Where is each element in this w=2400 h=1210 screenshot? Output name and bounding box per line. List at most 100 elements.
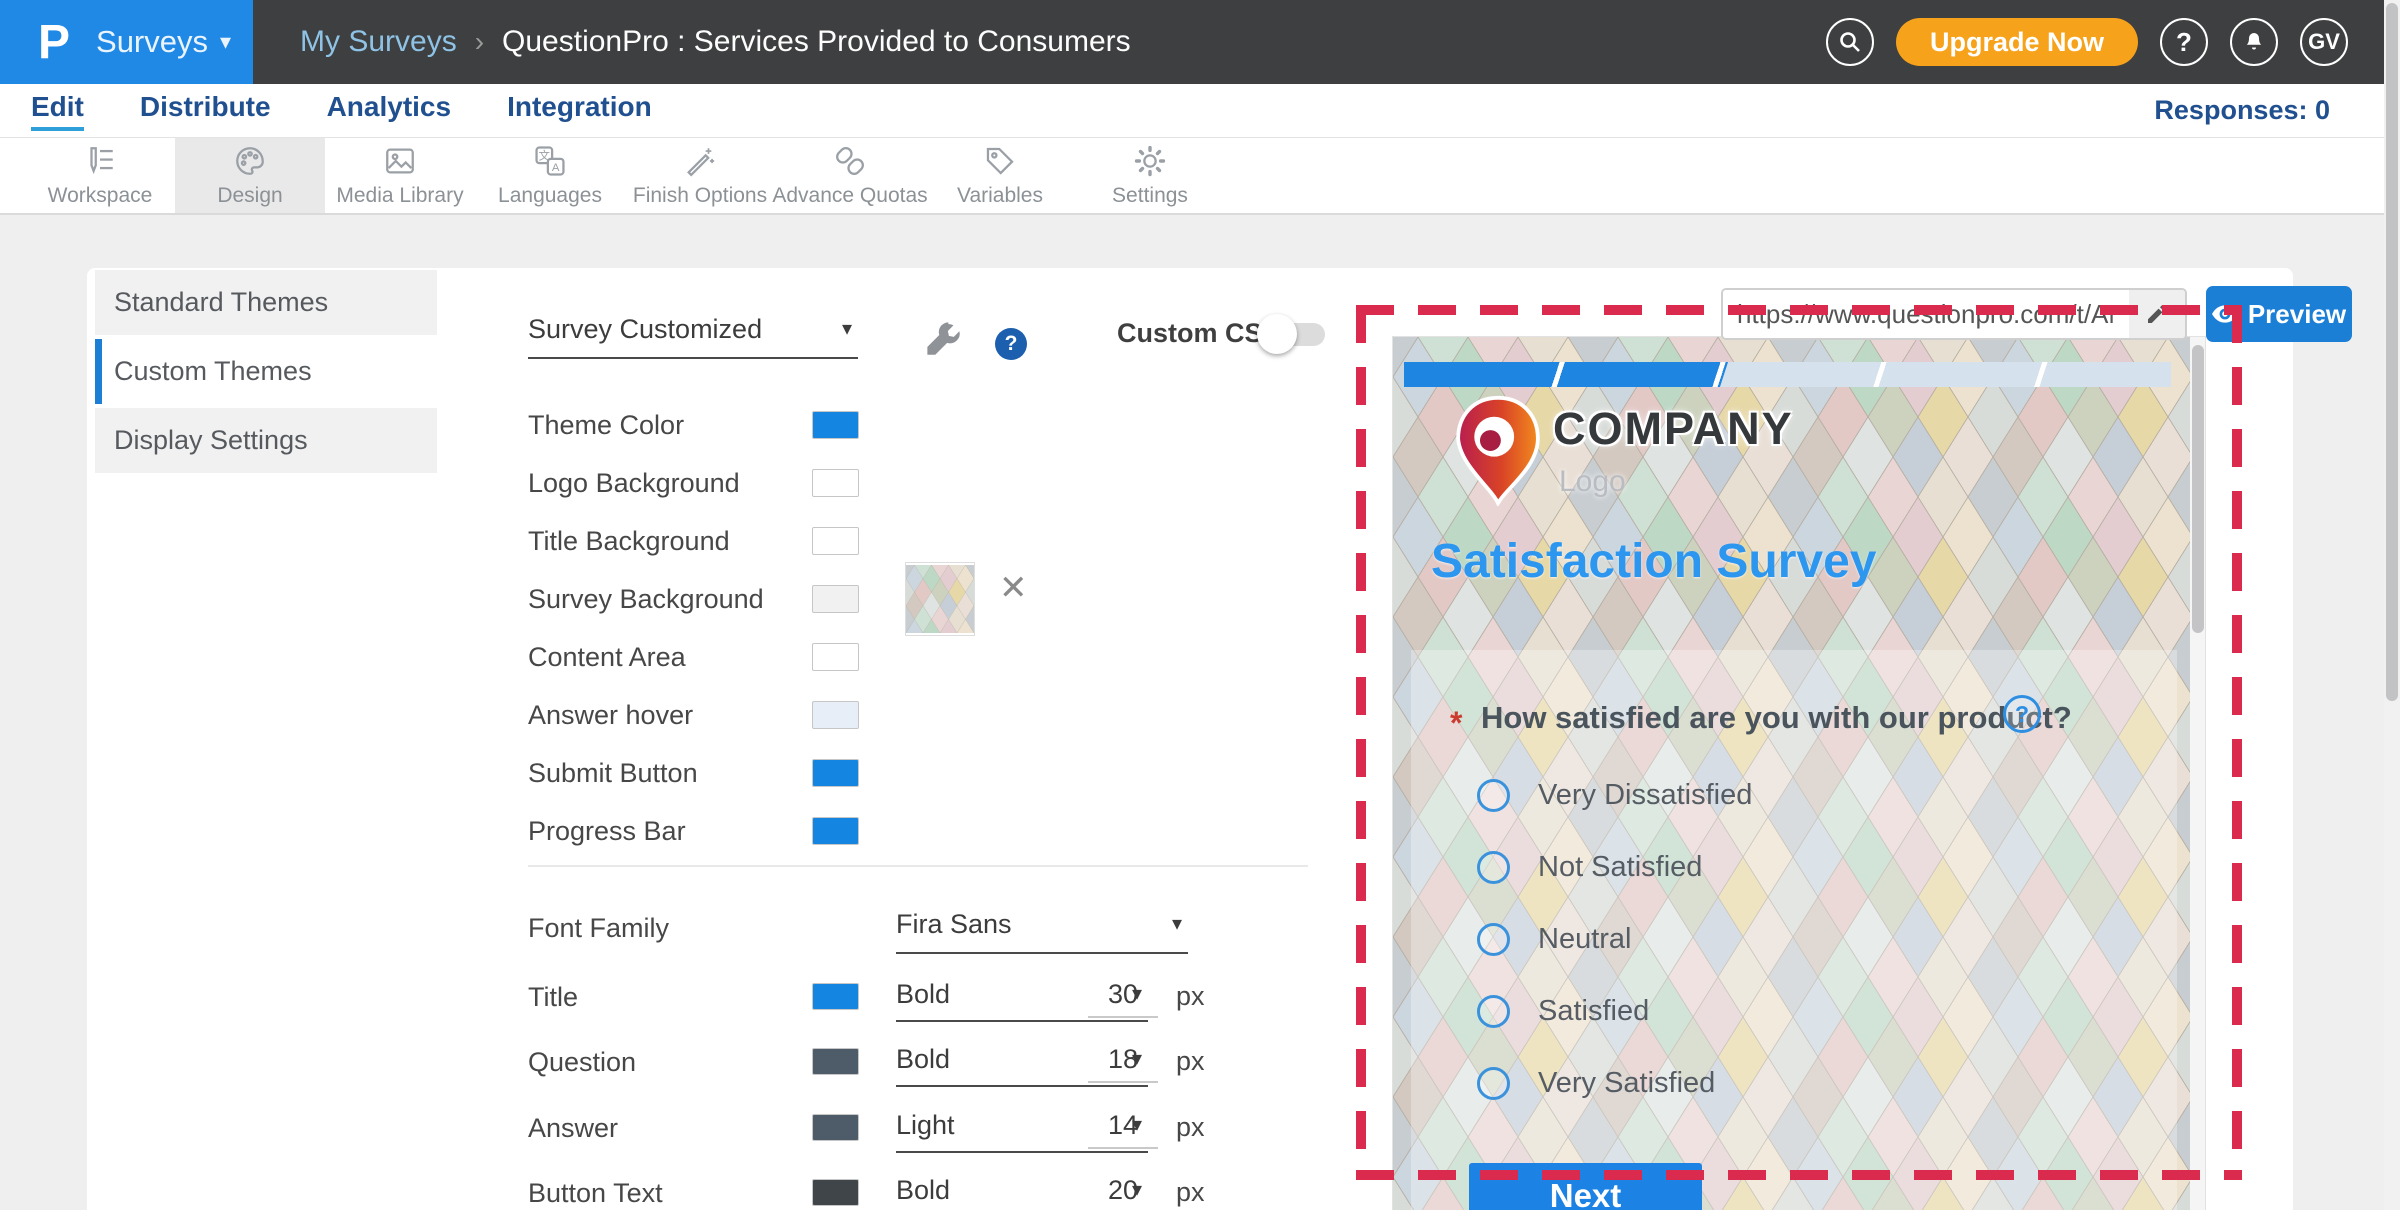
- toolbar-item-settings[interactable]: Settings: [1075, 138, 1225, 213]
- product-menu-label: Surveys: [96, 24, 208, 60]
- tab-integration[interactable]: Integration: [507, 91, 652, 131]
- button-text-color-swatch[interactable]: [812, 1179, 859, 1206]
- edit-toolbar: Workspace Design Media Library 文A Langua…: [0, 138, 2384, 215]
- media-library-icon: [383, 144, 417, 178]
- caret-down-icon: ▾: [1172, 911, 1182, 936]
- next-button[interactable]: Next: [1469, 1163, 1702, 1210]
- answer-option-very-dissatisfied[interactable]: Very Dissatisfied: [1477, 775, 1752, 815]
- radio-icon[interactable]: [1477, 779, 1510, 812]
- edit-url-button[interactable]: [2129, 290, 2185, 338]
- button-text-size-input[interactable]: [1088, 1175, 1158, 1210]
- custom-css-label: Custom CSS: [1117, 318, 1281, 349]
- tab-analytics[interactable]: Analytics: [327, 91, 452, 131]
- search-icon: [1838, 30, 1862, 54]
- setting-row-submit-button: Submit Button: [528, 753, 698, 793]
- search-button[interactable]: [1826, 18, 1874, 66]
- toolbar-item-languages[interactable]: 文A Languages: [475, 138, 625, 213]
- preview-button[interactable]: Preview: [2206, 286, 2352, 342]
- toolbar-item-design[interactable]: Design: [175, 138, 325, 213]
- product-switcher[interactable]: P Surveys ▾: [0, 0, 253, 84]
- question-text: How satisfied are you with our product?: [1481, 700, 2072, 736]
- setting-row-survey-background: Survey Background: [528, 579, 764, 619]
- toolbar-item-finish-options[interactable]: Finish Options: [625, 138, 775, 213]
- svg-text:A: A: [552, 161, 560, 173]
- breadcrumb-my-surveys[interactable]: My Surveys: [300, 25, 457, 59]
- radio-icon[interactable]: [1477, 1067, 1510, 1100]
- font-row-question: Question Bold▾ px: [528, 1040, 636, 1084]
- question-size-input[interactable]: [1088, 1044, 1158, 1083]
- font-family-select[interactable]: Fira Sans ▾: [896, 909, 1188, 954]
- bell-icon: [2242, 30, 2266, 54]
- question-size-unit: px: [1176, 1046, 1205, 1077]
- setting-row-content-area: Content Area: [528, 637, 686, 677]
- survey-background-thumbnail[interactable]: [905, 562, 975, 636]
- survey-background-swatch[interactable]: [812, 585, 859, 613]
- question-color-swatch[interactable]: [812, 1048, 859, 1075]
- question-help-icon[interactable]: ?: [2003, 695, 2041, 733]
- title-color-swatch[interactable]: [812, 983, 859, 1010]
- tag-icon: [983, 144, 1017, 178]
- toggle-knob: [1257, 314, 1297, 354]
- setting-row-answer-hover: Answer hover: [528, 695, 693, 735]
- answer-option-satisfied[interactable]: Satisfied: [1477, 991, 1649, 1031]
- answer-option-very-satisfied[interactable]: Very Satisfied: [1477, 1063, 1715, 1103]
- pencil-icon: [2145, 302, 2169, 326]
- title-background-swatch[interactable]: [812, 527, 859, 555]
- setting-row-title-background: Title Background: [528, 521, 730, 561]
- theme-help-icon[interactable]: ?: [995, 328, 1027, 360]
- title-size-input[interactable]: [1088, 979, 1158, 1018]
- radio-icon[interactable]: [1477, 923, 1510, 956]
- answer-hover-swatch[interactable]: [812, 701, 859, 729]
- theme-color-swatch[interactable]: [812, 411, 859, 439]
- preview-scrollbar-thumb[interactable]: [2192, 345, 2204, 633]
- answer-color-swatch[interactable]: [812, 1114, 859, 1141]
- gear-icon: [1133, 144, 1167, 178]
- sidebar-item-custom-themes[interactable]: Custom Themes: [95, 339, 437, 404]
- button-text-size-unit: px: [1176, 1177, 1205, 1208]
- breadcrumb-separator-icon: ›: [475, 26, 484, 58]
- radio-icon[interactable]: [1477, 995, 1510, 1028]
- page-scrollbar-thumb[interactable]: [2386, 3, 2398, 701]
- answer-option-neutral[interactable]: Neutral: [1477, 919, 1632, 959]
- company-logo-text: COMPANY: [1553, 403, 1794, 455]
- remove-background-button[interactable]: ✕: [999, 568, 1028, 608]
- sidebar-item-standard-themes[interactable]: Standard Themes: [95, 270, 437, 335]
- theme-select[interactable]: Survey Customized ▾: [528, 314, 858, 359]
- font-family-label: Font Family: [528, 913, 669, 944]
- font-row-title: Title Bold▾ px: [528, 975, 578, 1019]
- toolbar-item-variables[interactable]: Variables: [925, 138, 1075, 213]
- eye-icon: [2212, 304, 2238, 324]
- help-button[interactable]: ?: [2160, 18, 2208, 66]
- setting-row-logo-background: Logo Background: [528, 463, 740, 503]
- sidebar-item-display-settings[interactable]: Display Settings: [95, 408, 437, 473]
- font-row-button-text: Button Text Bold▾ px: [528, 1171, 663, 1210]
- custom-css-toggle[interactable]: [1257, 312, 1327, 356]
- wrench-icon[interactable]: [923, 318, 965, 360]
- survey-url-box: [1721, 288, 2187, 340]
- radio-icon[interactable]: [1477, 851, 1510, 884]
- tab-distribute[interactable]: Distribute: [140, 91, 271, 131]
- survey-url-input[interactable]: [1723, 290, 2129, 338]
- toolbar-item-advance-quotas[interactable]: Advance Quotas: [775, 138, 925, 213]
- avatar[interactable]: GV: [2300, 18, 2348, 66]
- answer-size-input[interactable]: [1088, 1110, 1158, 1149]
- survey-progress-bar: [1404, 362, 2171, 387]
- answer-option-not-satisfied[interactable]: Not Satisfied: [1477, 847, 1702, 887]
- workspace-icon: [83, 144, 117, 178]
- toolbar-item-workspace[interactable]: Workspace: [25, 138, 175, 213]
- breadcrumb: My Surveys › QuestionPro : Services Prov…: [300, 0, 1131, 84]
- tab-edit[interactable]: Edit: [31, 91, 84, 131]
- toolbar-item-media-library[interactable]: Media Library: [325, 138, 475, 213]
- caret-down-icon: ▾: [220, 29, 231, 55]
- company-logo-pin-icon: [1447, 394, 1549, 506]
- content-area-swatch[interactable]: [812, 643, 859, 671]
- notifications-button[interactable]: [2230, 18, 2278, 66]
- progress-bar-swatch[interactable]: [812, 817, 859, 845]
- avatar-initials: GV: [2308, 29, 2340, 55]
- font-row-answer: Answer Light▾ px: [528, 1106, 618, 1150]
- responses-count[interactable]: Responses: 0: [2154, 95, 2330, 126]
- setting-row-theme-color: Theme Color: [528, 405, 684, 445]
- submit-button-swatch[interactable]: [812, 759, 859, 787]
- upgrade-now-button[interactable]: Upgrade Now: [1896, 18, 2138, 66]
- logo-background-swatch[interactable]: [812, 469, 859, 497]
